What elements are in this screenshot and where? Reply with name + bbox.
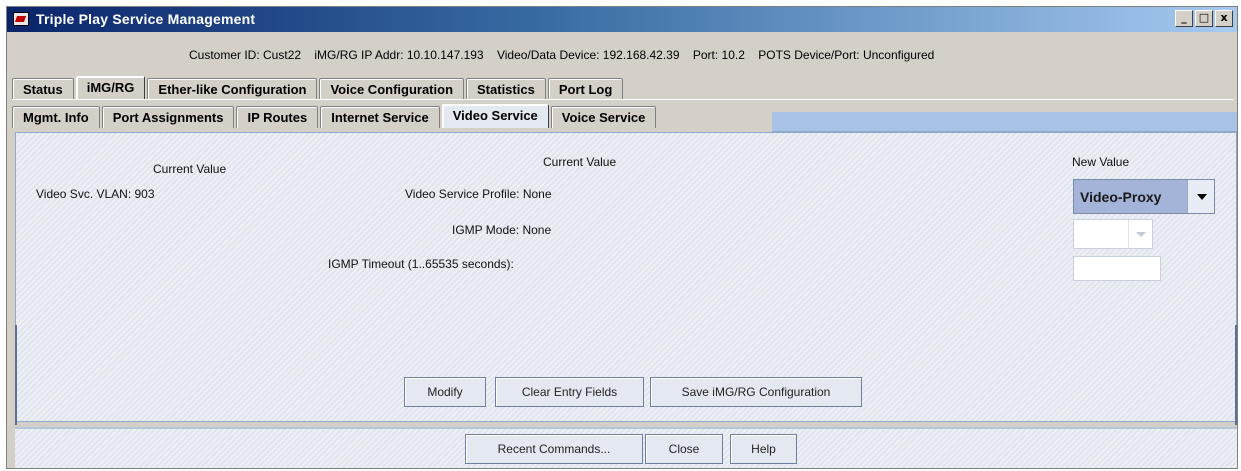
main-tab-bar: Status iMG/RG Ether-like Configuration V… [12,76,625,100]
save-configuration-button[interactable]: Save iMG/RG Configuration [650,377,862,407]
sub-tab-bar: Mgmt. Info Port Assignments IP Routes In… [12,104,658,128]
igmp-timeout-input[interactable] [1073,256,1161,281]
tab-ether-like-configuration[interactable]: Ether-like Configuration [147,78,318,100]
current-value-heading-left: Current Value [153,162,227,176]
sub-tab-filler [772,112,1237,132]
tab-statistics[interactable]: Statistics [466,78,546,100]
current-value-heading-mid: Current Value [543,155,617,169]
tab-mgmt-info[interactable]: Mgmt. Info [12,106,100,128]
new-value-heading: New Value [1072,155,1130,169]
video-profile-select-value: Video-Proxy [1080,189,1162,205]
recent-commands-button[interactable]: Recent Commands... [465,434,643,464]
tab-ip-routes[interactable]: IP Routes [236,106,319,128]
main-window: Triple Play Service Management _ □ x Cus… [6,6,1238,469]
close-window-button[interactable]: x [1215,10,1233,27]
tab-internet-service[interactable]: Internet Service [320,106,440,128]
tab-voice-service[interactable]: Voice Service [550,106,657,128]
tab-voice-configuration[interactable]: Voice Configuration [319,78,465,100]
customer-id-text: Customer ID: Cust22 [189,48,302,62]
tab-port-log[interactable]: Port Log [547,78,624,100]
chevron-down-icon[interactable] [1187,180,1214,213]
video-profile-select[interactable]: Video-Proxy [1073,179,1215,214]
tab-port-assignments[interactable]: Port Assignments [101,106,235,128]
panel-left-edge [15,325,17,425]
modify-button[interactable]: Modify [404,377,486,407]
tab-video-service[interactable]: Video Service [441,104,549,128]
video-profile-label: Video Service Profile: None [405,187,552,201]
igmp-timeout-label: IGMP Timeout (1..65535 seconds): [328,257,514,271]
help-button[interactable]: Help [730,434,797,464]
minimize-button[interactable]: _ [1175,10,1193,27]
tab-status[interactable]: Status [12,78,74,100]
device-info-line: Customer ID: Cust22 iMG/RG IP Addr: 10.1… [7,48,1237,62]
img-ip-text: iMG/RG IP Addr: 10.10.147.193 [314,48,484,62]
igmp-mode-label: IGMP Mode: None [452,223,552,237]
panel-right-edge [1235,325,1237,425]
video-vlan-label: Video Svc. VLAN: 903 [36,187,155,201]
close-button[interactable]: Close [645,434,723,464]
chevron-down-icon[interactable] [1128,220,1152,248]
window-title: Triple Play Service Management [36,11,256,27]
tab-img-rg[interactable]: iMG/RG [75,76,146,100]
igmp-mode-select[interactable] [1073,219,1153,249]
port-text: Port: 10.2 [692,48,745,62]
maximize-button[interactable]: □ [1195,10,1213,27]
clear-entry-fields-button[interactable]: Clear Entry Fields [495,377,644,407]
title-bar[interactable]: Triple Play Service Management _ □ x [7,7,1237,32]
app-logo-icon [13,12,29,26]
video-device-text: Video/Data Device: 192.168.42.39 [496,48,680,62]
pots-text: POTS Device/Port: Unconfigured [758,48,935,62]
